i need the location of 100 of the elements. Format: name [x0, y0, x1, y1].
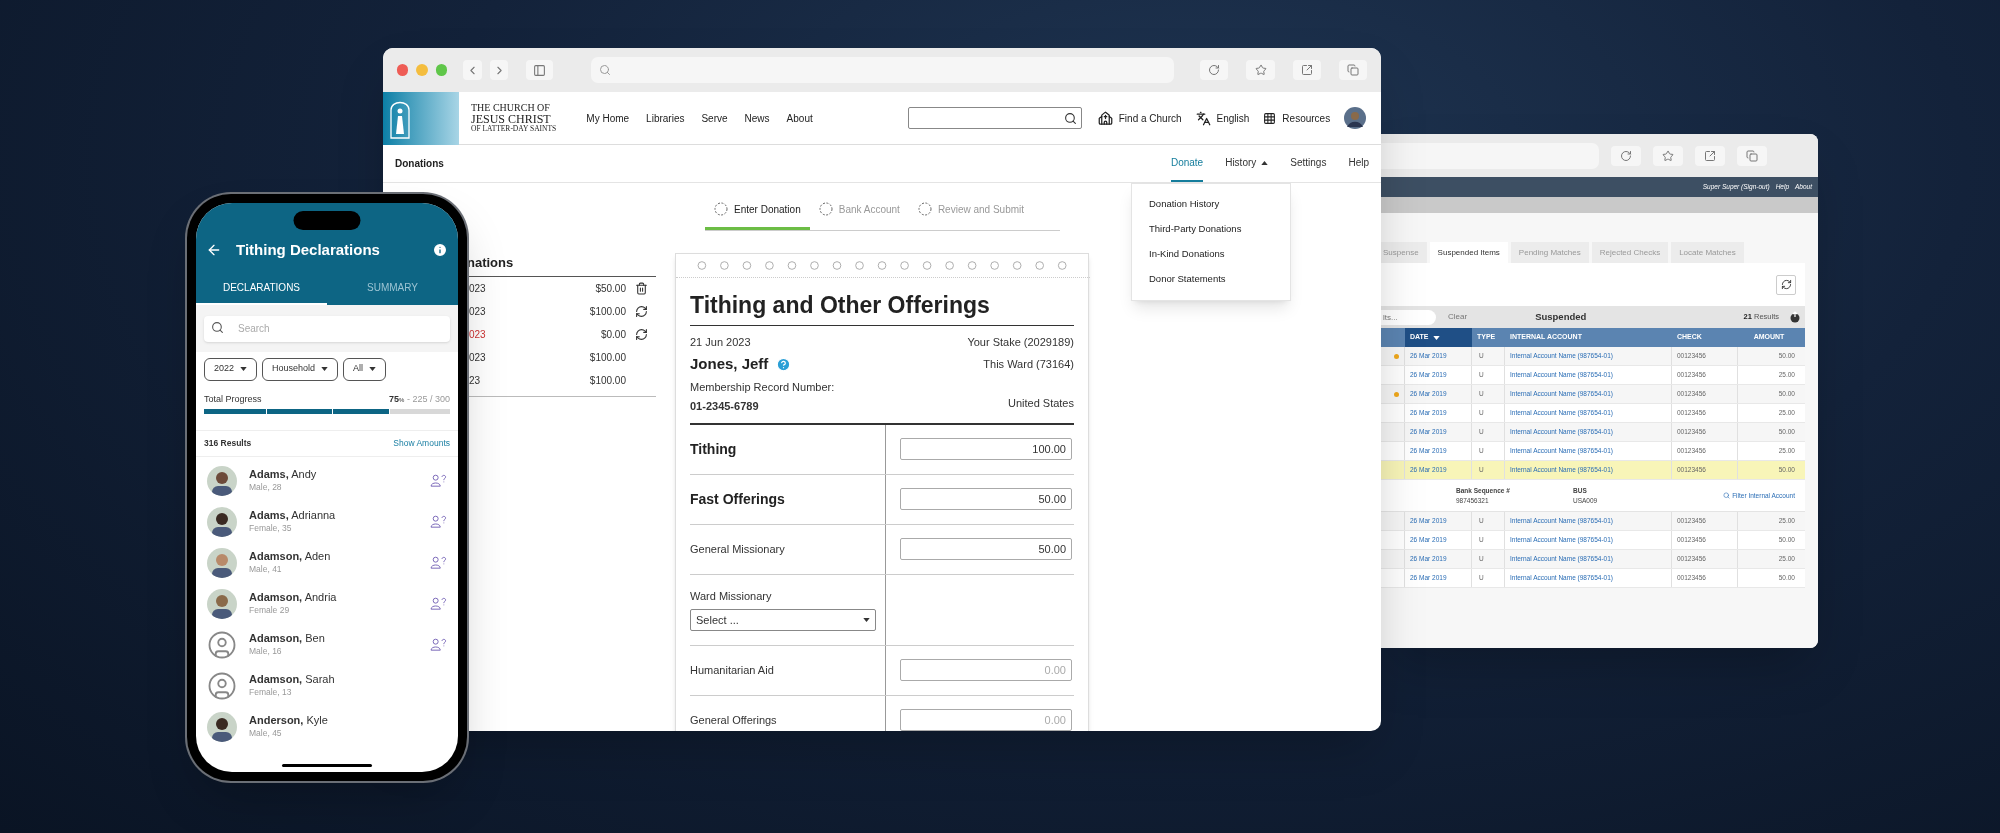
menu-item[interactable]: Donation History: [1132, 192, 1290, 217]
church-icon: [1097, 110, 1113, 126]
menu-item[interactable]: In-Kind Donations: [1132, 242, 1290, 267]
help-icon[interactable]: [776, 356, 792, 372]
bookmark-button[interactable]: [1653, 145, 1683, 166]
offering-label: Ward Missionary: [690, 589, 773, 605]
amount-field[interactable]: 0.00: [900, 709, 1072, 731]
tabs-button[interactable]: [1338, 60, 1368, 80]
subnav-link[interactable]: History: [1225, 145, 1269, 182]
info-icon[interactable]: [432, 242, 448, 258]
tabs-icon: [1346, 64, 1359, 76]
bookmark-button[interactable]: [1246, 60, 1275, 80]
clear-link[interactable]: Clear: [1448, 311, 1468, 323]
filter-dropdown[interactable]: All: [343, 357, 387, 381]
back-icon[interactable]: [206, 242, 222, 258]
search-field[interactable]: Search: [204, 315, 450, 342]
reload-button[interactable]: [1200, 60, 1229, 80]
nav-link[interactable]: My Home: [586, 110, 630, 126]
sidebar-button[interactable]: [526, 60, 553, 80]
person-row[interactable]: Adamson, Sarah Female, 13: [196, 665, 458, 706]
avatar: [207, 465, 237, 496]
menu-item[interactable]: Donor Statements: [1132, 267, 1290, 292]
show-amounts-link[interactable]: Show Amounts: [393, 437, 450, 450]
nav-link[interactable]: Libraries: [646, 110, 685, 126]
share-button[interactable]: [1292, 60, 1321, 80]
record-label: Membership Record Number:: [690, 379, 835, 395]
recurring-icon[interactable]: [634, 327, 648, 341]
person-row[interactable]: Adamson, Ben Male, 16: [196, 624, 458, 665]
person-name: Adamson, Aden: [249, 550, 332, 565]
avatar[interactable]: [1344, 107, 1367, 129]
avatar: [207, 588, 237, 619]
amount-field[interactable]: 100.00: [900, 438, 1072, 460]
person-name: Adamson, Andria: [249, 591, 338, 606]
subnav-link[interactable]: Help: [1348, 145, 1369, 182]
person-question-icon[interactable]: [430, 597, 447, 610]
offering-label: General Missionary: [690, 541, 786, 557]
offering-label: Tithing: [690, 439, 738, 459]
back-button[interactable]: [462, 60, 482, 80]
nav-link[interactable]: Serve: [701, 110, 728, 126]
form-title: Tithing and Other Offerings: [690, 288, 1074, 326]
subnav-link[interactable]: Settings: [1290, 145, 1327, 182]
filter-field[interactable]: lts...: [1381, 309, 1436, 325]
nav-link[interactable]: News: [744, 110, 770, 126]
tab[interactable]: Suspended Items: [1429, 242, 1508, 263]
donation-date: 023: [468, 304, 487, 319]
person-details: Female, 35: [249, 523, 293, 534]
header-link[interactable]: Find a Church: [1097, 110, 1182, 126]
header-link[interactable]: Resources: [1263, 110, 1331, 126]
person-row[interactable]: Anderson, Kyle Male, 45: [196, 706, 458, 747]
country-name: United States: [1007, 395, 1074, 411]
wizard-step[interactable]: Enter Donation: [705, 191, 810, 230]
star-icon: [1662, 149, 1674, 162]
person-row[interactable]: Adams, Adrianna Female, 35: [196, 501, 458, 542]
tab[interactable]: SUMMARY: [327, 271, 458, 305]
recurring-icon[interactable]: [634, 304, 648, 318]
amount-field[interactable]: 50.00: [900, 538, 1072, 560]
tabs-icon: [1746, 149, 1758, 162]
person-question-icon[interactable]: [430, 638, 447, 651]
progress-label: Total Progress: [204, 392, 262, 406]
refresh-button[interactable]: [1776, 274, 1796, 295]
select-dropdown[interactable]: Select ...: [690, 608, 876, 631]
export-icon[interactable]: [1789, 311, 1801, 323]
donation-date: 023: [468, 327, 487, 342]
delete-icon[interactable]: [634, 281, 648, 295]
avatar: [207, 711, 237, 742]
avatar: [207, 547, 237, 578]
filter-dropdown[interactable]: Household: [262, 357, 339, 381]
site-search-field[interactable]: [907, 107, 1082, 129]
search-icon: [1723, 492, 1731, 499]
person-row[interactable]: Adams, Andy Male, 28: [196, 460, 458, 501]
person-row[interactable]: Adamson, Aden Male, 41: [196, 542, 458, 583]
reload-icon: [1620, 149, 1632, 162]
tabs-button[interactable]: [1737, 145, 1767, 166]
person-question-icon[interactable]: [430, 556, 447, 569]
amount-field[interactable]: 0.00: [900, 659, 1072, 681]
person-name: Adamson, Sarah: [249, 673, 336, 688]
header-link[interactable]: English: [1195, 110, 1250, 126]
donation-amount: $100.00: [588, 350, 626, 365]
stake-name: Your Stake (2029189): [967, 334, 1074, 350]
person-row[interactable]: Adamson, Andria Female 29: [196, 583, 458, 624]
share-icon: [1704, 149, 1716, 162]
caret-icon: [369, 367, 377, 371]
refresh-icon: [1780, 279, 1792, 290]
donation-amount: $100.00: [588, 304, 626, 319]
person-question-icon[interactable]: [430, 474, 447, 487]
share-button[interactable]: [1695, 145, 1725, 166]
star-icon: [1254, 64, 1267, 76]
reload-button[interactable]: [1611, 145, 1641, 166]
amount-field[interactable]: 50.00: [900, 488, 1072, 510]
search-icon: [1063, 111, 1077, 125]
nav-link[interactable]: About: [786, 110, 813, 126]
donation-date: 21 Jun 2023: [690, 334, 752, 350]
filter-dropdown[interactable]: 2022: [204, 357, 258, 381]
person-details: Female 29: [249, 605, 291, 616]
menu-item[interactable]: Third-Party Donations: [1132, 217, 1290, 242]
section-title: Donations: [395, 157, 445, 171]
person-details: Male, 28: [249, 482, 283, 493]
person-question-icon[interactable]: [430, 515, 447, 528]
forward-button[interactable]: [489, 60, 509, 80]
step-circle-icon: [917, 202, 932, 216]
